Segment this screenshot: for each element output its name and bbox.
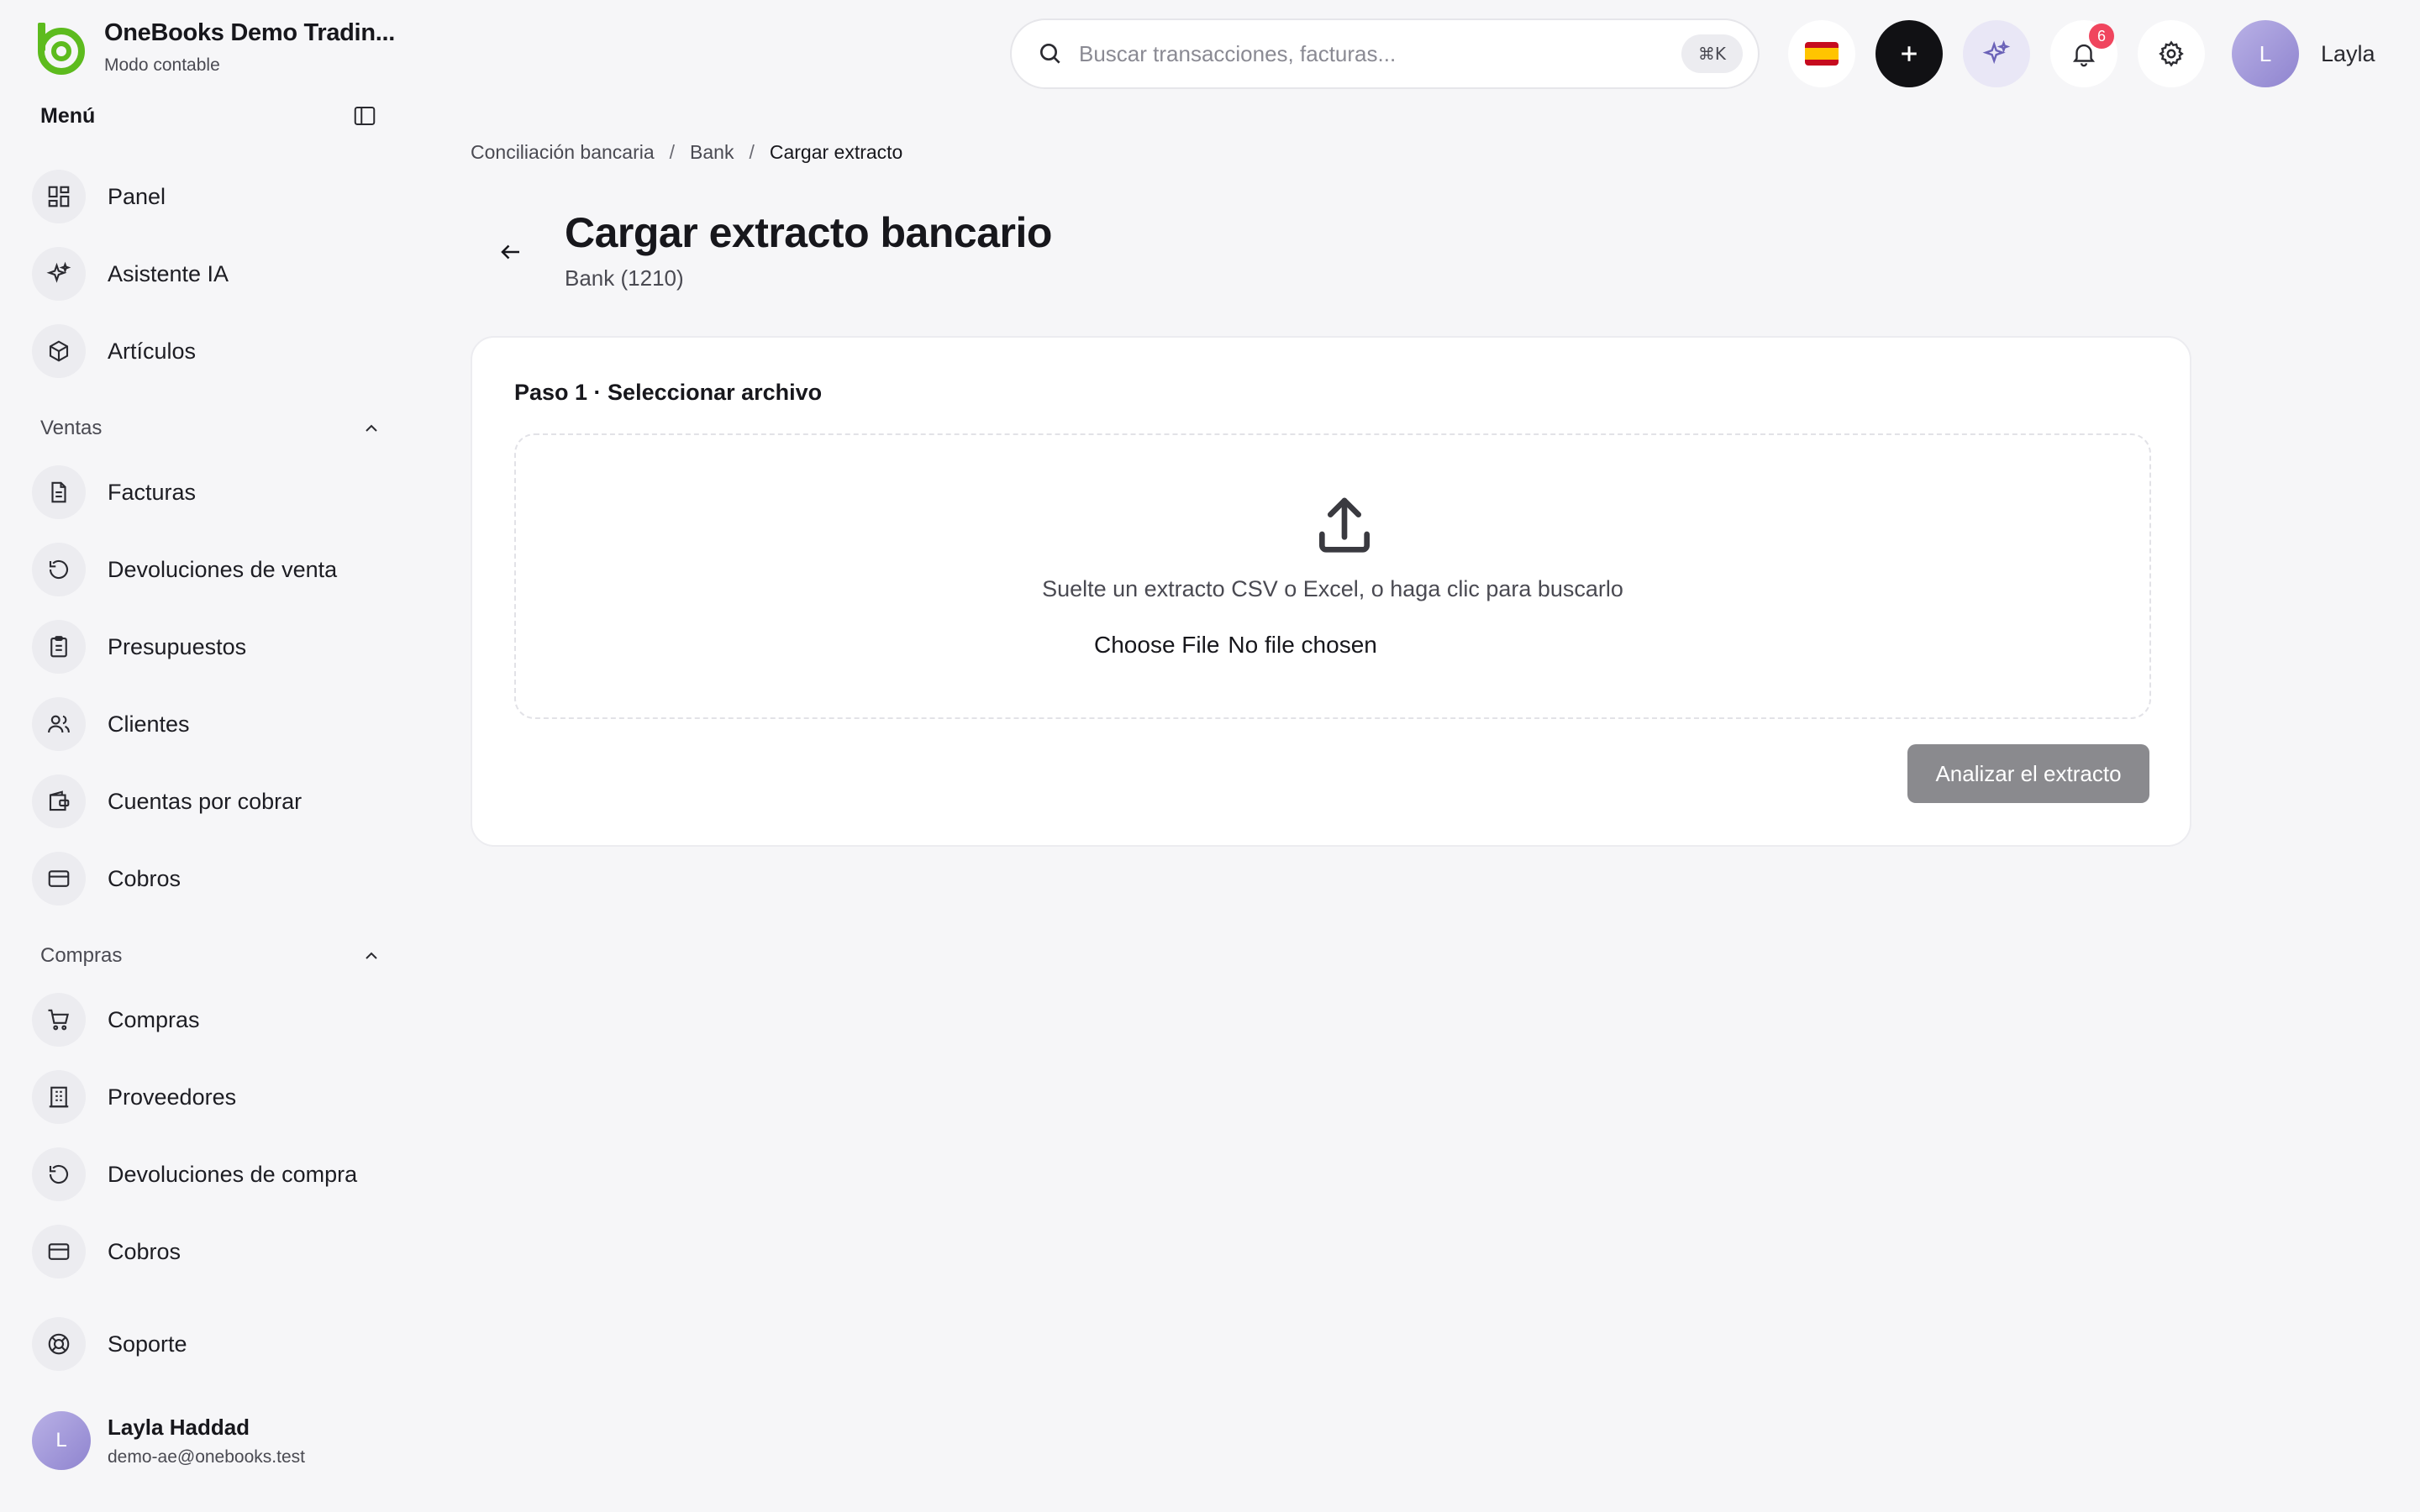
sparkles-icon [32, 247, 86, 301]
page-title: Cargar extracto bancario [565, 209, 1052, 256]
sidebar-item-label: Devoluciones de venta [108, 556, 338, 582]
sidebar-toggle-icon[interactable] [348, 99, 381, 133]
create-new-button[interactable] [1876, 20, 1943, 87]
onebooks-logo-icon [38, 23, 85, 75]
sidebar-item-support[interactable]: Soporte [32, 1315, 385, 1373]
upload-card: Paso 1 · Seleccionar archivo Suelte un e… [471, 336, 2191, 847]
sidebar-item-sales-returns[interactable]: Devoluciones de venta [32, 540, 385, 599]
brand[interactable]: OneBooks Demo Tradin... Modo contable [32, 17, 395, 77]
sidebar-item-label: Soporte [108, 1331, 187, 1357]
section-ventas-header[interactable]: Ventas [40, 412, 381, 445]
search-bar[interactable]: ⌘K [1010, 18, 1760, 89]
notification-count-badge: 6 [2089, 24, 2114, 49]
return-icon [32, 543, 86, 596]
sidebar-item-label: Clientes [108, 711, 190, 737]
user-name: Layla Haddad [108, 1414, 250, 1440]
sidebar-item-articles[interactable]: Artículos [32, 322, 385, 381]
file-status: No file chosen [1228, 632, 1377, 658]
sidebar-item-payments[interactable]: Cobros [32, 1222, 385, 1281]
sidebar-item-collections[interactable]: Cobros [32, 849, 385, 908]
sidebar-item-label: Compras [108, 1006, 200, 1032]
sidebar-item-label: Asistente IA [108, 260, 229, 286]
search-shortcut: ⌘K [1681, 34, 1743, 73]
sidebar-item-receivables[interactable]: Cuentas por cobrar [32, 772, 385, 831]
sidebar-item-label: Devoluciones de compra [108, 1161, 358, 1187]
sidebar-item-label: Artículos [108, 338, 197, 364]
sparkles-icon [1982, 39, 2011, 65]
upload-icon [1319, 497, 1370, 553]
clipboard-icon [32, 620, 86, 674]
breadcrumb: Conciliación bancaria / Bank / Cargar ex… [471, 141, 902, 164]
sidebar-item-label: Facturas [108, 479, 197, 505]
choose-file-button[interactable]: Choose File [1094, 632, 1219, 659]
dropzone-instructions: Suelte un extracto CSV o Excel, o haga c… [1042, 576, 1623, 601]
step-title: Paso 1 · Seleccionar archivo [514, 380, 823, 405]
sidebar-item-label: Presupuestos [108, 633, 247, 659]
plus-icon [1902, 46, 1917, 61]
sidebar-item-panel[interactable]: Panel [32, 167, 385, 226]
sidebar-item-purchase-returns[interactable]: Devoluciones de compra [32, 1145, 385, 1204]
spain-flag-icon [1805, 42, 1839, 66]
lifebuoy-icon [32, 1317, 86, 1371]
sidebar-item-clients[interactable]: Clientes [32, 695, 385, 753]
menu-header: Menú [40, 99, 381, 133]
card-icon [32, 852, 86, 906]
analyze-statement-button[interactable]: Analizar el extracto [1907, 744, 2149, 803]
ai-assistant-button[interactable] [1963, 20, 2030, 87]
chevron-up-icon [366, 424, 377, 432]
breadcrumb-separator: / [669, 141, 676, 163]
sidebar-item-label: Proveedores [108, 1084, 237, 1110]
notifications-button[interactable]: 6 [2050, 20, 2118, 87]
sidebar-item-suppliers[interactable]: Proveedores [32, 1068, 385, 1126]
box-icon [32, 324, 86, 378]
sidebar-item-label: Cobros [108, 1238, 182, 1264]
company-name: OneBooks Demo Tradin... [104, 18, 395, 46]
section-title: Ventas [40, 417, 103, 439]
building-icon [32, 1070, 86, 1124]
file-input[interactable]: Choose File No file chosen [1094, 632, 1377, 659]
file-dropzone[interactable]: Suelte un extracto CSV o Excel, o haga c… [514, 433, 2151, 719]
page-subtitle: Bank (1210) [565, 265, 684, 291]
return-icon [32, 1147, 86, 1201]
breadcrumb-link-bank[interactable]: Bank [690, 141, 734, 164]
dashboard-icon [32, 170, 86, 223]
user-email: demo-ae@onebooks.test [108, 1446, 305, 1467]
breadcrumb-current: Cargar extracto [769, 141, 903, 163]
search-icon [1040, 44, 1060, 64]
settings-button[interactable] [2138, 20, 2205, 87]
avatar: L [32, 1411, 91, 1470]
top-user-name: Layla [2321, 40, 2375, 66]
section-compras-header[interactable]: Compras [40, 939, 381, 973]
wallet-icon [32, 774, 86, 828]
breadcrumb-link-bank-reconciliation[interactable]: Conciliación bancaria [471, 141, 655, 164]
sidebar-item-purchases[interactable]: Compras [32, 990, 385, 1049]
card-icon [32, 1225, 86, 1278]
cart-icon [32, 993, 86, 1047]
document-icon [32, 465, 86, 519]
gear-icon [2159, 40, 2184, 67]
back-arrow-icon[interactable] [492, 234, 529, 270]
sidebar-user[interactable]: L Layla Haddad demo-ae@onebooks.test [32, 1411, 305, 1470]
chevron-up-icon [366, 952, 377, 959]
section-title: Compras [40, 944, 123, 967]
sidebar-item-label: Cuentas por cobrar [108, 788, 302, 814]
company-mode: Modo contable [104, 55, 220, 75]
sidebar-item-ai-assistant[interactable]: Asistente IA [32, 244, 385, 303]
sidebar-item-invoices[interactable]: Facturas [32, 463, 385, 522]
search-input[interactable] [1079, 40, 1681, 67]
sidebar: OneBooks Demo Tradin... Modo contable Me… [0, 0, 398, 1512]
sidebar-item-label: Cobros [108, 865, 182, 891]
sidebar-item-quotes[interactable]: Presupuestos [32, 617, 385, 676]
users-icon [32, 697, 86, 751]
breadcrumb-separator: / [749, 141, 755, 163]
language-button[interactable] [1788, 20, 1855, 87]
top-user-menu[interactable]: L Layla [2232, 20, 2375, 87]
avatar: L [2232, 20, 2299, 87]
sidebar-item-label: Panel [108, 183, 166, 209]
menu-title: Menú [40, 103, 96, 128]
